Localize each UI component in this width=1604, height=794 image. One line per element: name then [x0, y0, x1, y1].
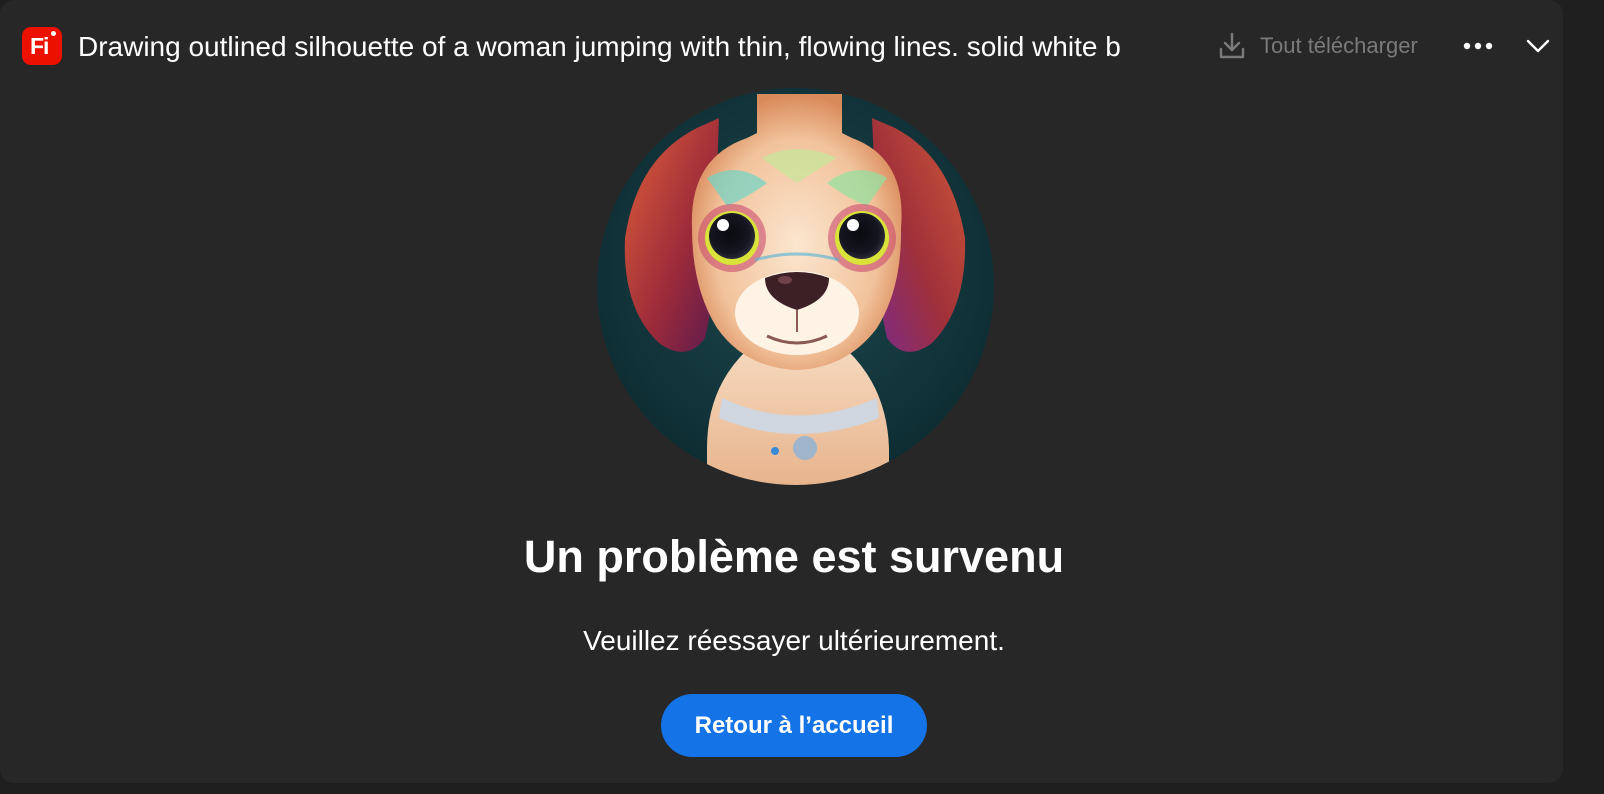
download-all-button[interactable]: Tout télécharger [1218, 28, 1418, 64]
panel-header: Fi Drawing outlined silhouette of a woma… [0, 0, 1563, 92]
error-message: Veuillez réessayer ultérieurement. [583, 625, 1005, 656]
more-options-icon [1463, 42, 1493, 50]
app-icon-label: Fi [30, 33, 49, 59]
chevron-down-icon [1526, 39, 1550, 53]
error-panel: Fi Drawing outlined silhouette of a woma… [0, 0, 1563, 783]
generation-prompt-title: Drawing outlined silhouette of a woman j… [78, 31, 1121, 62]
more-options-button[interactable] [1458, 30, 1498, 62]
firefly-app-icon: Fi [22, 27, 62, 65]
back-to-home-button[interactable]: Retour à l’accueil [661, 694, 927, 757]
download-icon [1219, 32, 1245, 59]
app-icon-spark [51, 31, 56, 36]
error-illustration-dog [597, 88, 994, 485]
download-all-label: Tout télécharger [1260, 33, 1418, 58]
collapse-button[interactable] [1521, 30, 1555, 62]
error-title: Un problème est survenu [523, 531, 1065, 582]
